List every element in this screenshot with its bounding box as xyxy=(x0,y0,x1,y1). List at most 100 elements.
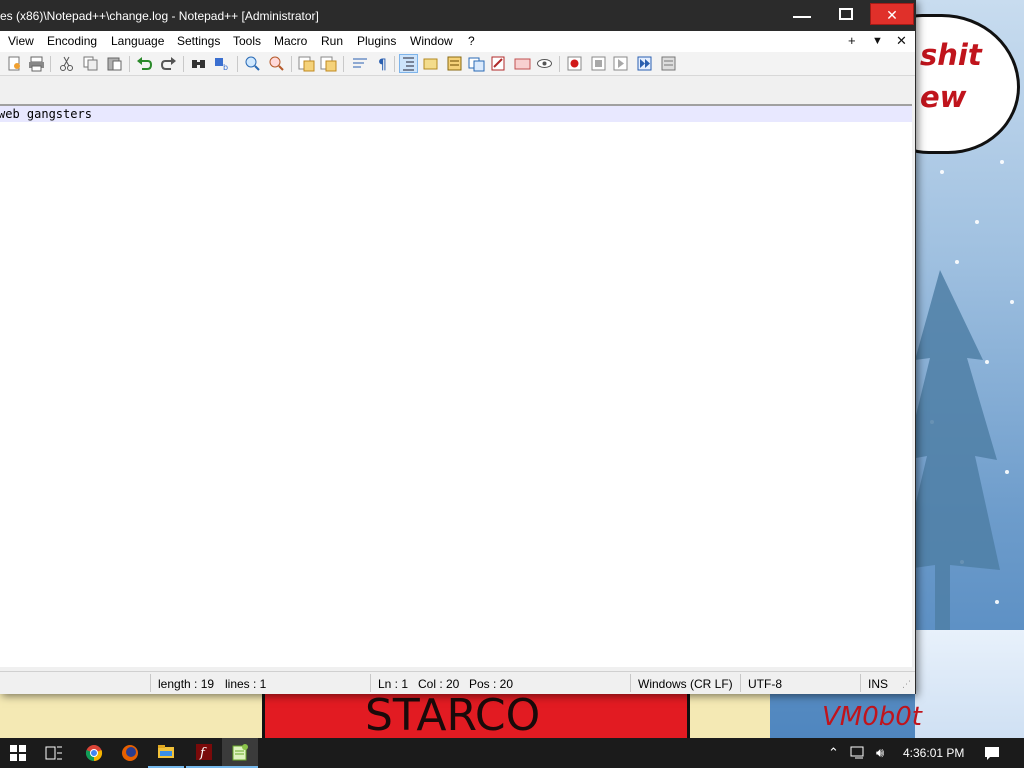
play-macro-icon[interactable] xyxy=(612,55,629,72)
current-line-highlight xyxy=(0,106,912,122)
find-icon[interactable] xyxy=(190,55,207,72)
menu-encoding[interactable]: Encoding xyxy=(47,34,97,48)
menu-macro[interactable]: Macro xyxy=(274,34,307,48)
cut-icon[interactable] xyxy=(58,55,75,72)
zoom-in-icon[interactable] xyxy=(244,55,261,72)
print-icon[interactable] xyxy=(28,55,45,72)
taskbar: f ⌃ 🔊︎ 4:36:01 PM xyxy=(0,738,1024,768)
folder-workspace-icon[interactable] xyxy=(468,55,485,72)
new-file-icon[interactable] xyxy=(6,55,23,72)
show-all-chars-icon[interactable]: ¶ xyxy=(374,55,391,72)
replace-icon[interactable]: b xyxy=(214,55,231,72)
bubble-line-1: shit xyxy=(920,38,982,72)
sync-v-icon[interactable] xyxy=(298,55,315,72)
notepadpp-icon xyxy=(232,744,248,761)
snowflake xyxy=(940,170,944,174)
svg-text:¶: ¶ xyxy=(378,57,387,72)
copy-icon[interactable] xyxy=(82,55,99,72)
start-icon xyxy=(10,745,26,761)
menu-run[interactable]: Run xyxy=(321,34,343,48)
preview-icon[interactable] xyxy=(536,55,553,72)
status-separator xyxy=(370,674,371,692)
snowflake xyxy=(955,260,959,264)
menu-view[interactable]: View xyxy=(8,34,34,48)
start-button[interactable] xyxy=(0,738,36,768)
status-separator xyxy=(740,674,741,692)
run-macro-multiple-icon[interactable] xyxy=(636,55,653,72)
firefox-icon xyxy=(122,745,138,761)
menu-tools[interactable]: Tools xyxy=(233,34,261,48)
task-view-button[interactable] xyxy=(36,738,72,768)
taskbar-chrome[interactable] xyxy=(76,738,112,768)
network-icon[interactable] xyxy=(850,746,868,760)
toolbar-separator xyxy=(183,56,184,72)
menu-help[interactable]: ? xyxy=(468,34,475,48)
snow-ground xyxy=(915,630,1024,738)
menu-language[interactable]: Language xyxy=(111,34,164,48)
toolbar-separator xyxy=(291,56,292,72)
tab-list-dropdown-icon[interactable]: ▼ xyxy=(872,35,883,47)
redo-icon[interactable] xyxy=(160,55,177,72)
word-wrap-icon[interactable] xyxy=(352,55,369,72)
pine-tree xyxy=(905,270,1000,630)
status-line-number: Ln : 1 xyxy=(378,677,409,691)
close-tab-icon[interactable]: ✕ xyxy=(896,33,907,49)
monitor-icon[interactable] xyxy=(490,55,507,72)
maximize-button[interactable] xyxy=(824,3,868,25)
action-center-icon[interactable] xyxy=(984,746,1000,762)
paste-icon[interactable] xyxy=(106,55,123,72)
taskbar-file-explorer[interactable] xyxy=(148,738,184,768)
undo-icon[interactable] xyxy=(136,55,153,72)
bubble-line-2: ew xyxy=(920,80,967,114)
record-macro-icon[interactable] xyxy=(566,55,583,72)
zoom-out-icon[interactable] xyxy=(268,55,285,72)
indent-guide-icon[interactable] xyxy=(399,54,418,73)
doc-switcher-icon[interactable] xyxy=(514,55,531,72)
status-insert-mode: INS xyxy=(868,677,889,691)
status-position: Pos : 20 xyxy=(469,677,514,691)
status-separator xyxy=(630,674,631,692)
cartoon-store-sign: STARCO xyxy=(262,694,690,738)
cartoon-building-left xyxy=(0,694,262,738)
taskbar-notepadpp[interactable] xyxy=(222,738,258,768)
toolbar-separator xyxy=(343,56,344,72)
title-bar[interactable]: es (x86)\Notepad++\change.log - Notepad+… xyxy=(0,1,915,31)
window-title: es (x86)\Notepad++\change.log - Notepad+… xyxy=(0,9,319,23)
status-separator xyxy=(150,674,151,692)
taskbar-clock[interactable]: 4:36:01 PM xyxy=(903,746,964,760)
doc-map-icon[interactable] xyxy=(422,55,439,72)
stop-macro-icon[interactable] xyxy=(590,55,607,72)
status-separator xyxy=(860,674,861,692)
flash-icon: f xyxy=(196,744,212,761)
text-editor[interactable]: web gangsters xyxy=(0,104,912,667)
file-explorer-icon xyxy=(158,745,174,758)
maximize-icon xyxy=(839,8,853,20)
snowflake xyxy=(975,220,979,224)
function-list-icon[interactable] xyxy=(446,55,463,72)
menu-settings[interactable]: Settings xyxy=(177,34,220,48)
status-eol: Windows (CR LF) xyxy=(638,677,733,691)
status-bar: length : 19 lines : 1 Ln : 1 Col : 20 Po… xyxy=(0,671,915,694)
task-view-icon xyxy=(45,746,62,760)
show-hidden-icons-chevron-icon[interactable]: ⌃ xyxy=(828,745,839,761)
resize-grip-icon[interactable]: ⋰ xyxy=(902,679,911,690)
svg-text:b: b xyxy=(223,63,228,72)
menu-plugins[interactable]: Plugins xyxy=(357,34,396,48)
snowflake xyxy=(1000,160,1004,164)
editor-text-line-1[interactable]: web gangsters xyxy=(0,107,92,121)
speech-bubble-text: shit ew xyxy=(920,34,982,118)
toolbar-separator xyxy=(559,56,560,72)
menu-window[interactable]: Window xyxy=(410,34,453,48)
status-column: Col : 20 xyxy=(418,677,460,691)
volume-icon[interactable]: 🔊︎ xyxy=(876,745,884,761)
toolbar-separator xyxy=(237,56,238,72)
tab-bar xyxy=(0,77,915,102)
taskbar-flash[interactable]: f xyxy=(186,738,222,768)
save-macro-icon[interactable] xyxy=(660,55,677,72)
close-button[interactable]: ✕ xyxy=(870,3,914,25)
taskbar-firefox[interactable] xyxy=(112,738,148,768)
toolbar-separator xyxy=(129,56,130,72)
minimize-button[interactable] xyxy=(780,3,824,25)
new-tab-plus-icon[interactable]: + xyxy=(848,33,856,48)
sync-h-icon[interactable] xyxy=(320,55,337,72)
